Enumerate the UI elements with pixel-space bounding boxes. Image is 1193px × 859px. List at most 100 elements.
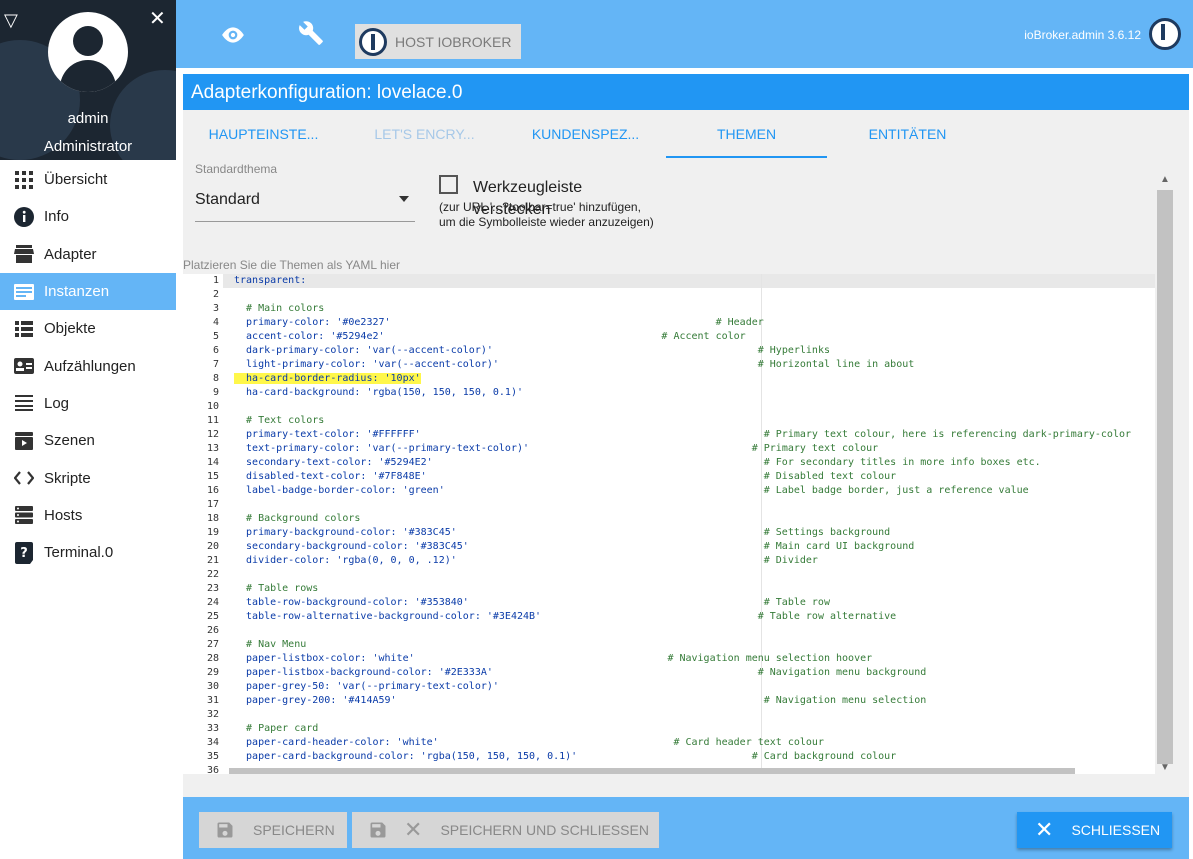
line-number: 13 — [206, 443, 219, 454]
line-number: 36 — [206, 765, 219, 774]
scroll-up-arrow-icon[interactable]: ▲ — [1160, 174, 1170, 185]
save-icon — [217, 822, 233, 838]
sidebar-item-adapter[interactable]: Adapter — [0, 236, 176, 273]
user-role: Administrator — [43, 138, 133, 155]
sidebar-item-hosts[interactable]: Hosts — [0, 497, 176, 534]
hosts-icon — [14, 505, 34, 525]
tab-haupteinste[interactable]: HAUPTEINSTE... — [183, 110, 344, 158]
sidebar: ▽ ✕ admin Administrator Übersicht Info Ada… — [0, 0, 176, 859]
tab-kundenspez[interactable]: KUNDENSPEZ... — [505, 110, 666, 158]
grid-icon — [14, 170, 34, 190]
line-number: 23 — [206, 583, 219, 594]
save-icon — [370, 822, 386, 838]
user-profile: ▽ ✕ admin Administrator — [0, 0, 176, 160]
sidebar-item-label: Adapter — [44, 245, 97, 263]
menu-triangle-icon[interactable]: ▽ — [4, 10, 18, 31]
code-comment: # Divider — [763, 555, 818, 566]
code-comment: # Horizontal line in about — [757, 359, 915, 370]
code-comment: # Accent color — [661, 331, 746, 342]
tab-themen[interactable]: THEMEN — [666, 110, 827, 158]
horizontal-scrollbar[interactable] — [229, 768, 1075, 774]
close-label: SCHLIESSEN — [1071, 822, 1161, 838]
sidebar-item-log[interactable]: Log — [0, 385, 176, 422]
code-line: primary-color: '#0e2327' — [234, 317, 391, 328]
line-number: 21 — [206, 555, 219, 566]
code-comment: # Primary text colour — [751, 443, 879, 454]
save-and-close-button[interactable]: ✕ SPEICHERN UND SCHLIESSEN — [352, 812, 659, 848]
line-number: 29 — [206, 667, 219, 678]
sidebar-item-szenen[interactable]: Szenen — [0, 422, 176, 459]
close-icon[interactable]: ✕ — [149, 6, 166, 31]
user-name: admin — [67, 110, 109, 127]
line-number: 33 — [206, 723, 219, 734]
line-number: 18 — [206, 513, 219, 524]
scroll-down-arrow-icon[interactable]: ▼ — [1160, 762, 1170, 773]
line-number: 9 — [212, 387, 219, 398]
line-number: 12 — [206, 429, 219, 440]
code-line: disabled-text-color: '#7F848E' — [234, 471, 427, 482]
vertical-scrollbar[interactable]: ▲ ▼ — [1157, 174, 1173, 774]
code-line: divider-color: 'rgba(0, 0, 0, .12)' — [234, 555, 457, 566]
line-number: 35 — [206, 751, 219, 762]
line-number: 24 — [206, 597, 219, 608]
line-number: 7 — [212, 359, 219, 370]
line-number: 5 — [212, 331, 219, 342]
sidebar-item-objekte[interactable]: Objekte — [0, 310, 176, 347]
tab-entitäten[interactable]: ENTITÄTEN — [827, 110, 988, 158]
code-comment: # Table row alternative — [757, 611, 897, 622]
save-button[interactable]: SPEICHERN — [199, 812, 347, 848]
sidebar-item-aufzählungen[interactable]: Aufzählungen — [0, 347, 176, 384]
code-line: light-primary-color: 'var(--accent-color… — [234, 359, 499, 370]
code-comment: # Navigation menu selection — [763, 695, 927, 706]
scrollbar-thumb[interactable] — [1157, 190, 1173, 764]
sidebar-item-label: Objekte — [44, 320, 96, 338]
yaml-code-editor[interactable]: 1 2 3 4 5 6 7 8 9 10 11 12 13 14 15 16 17 18 19 20 21 22 23 24 2… — [183, 274, 1155, 774]
code-comment: # Table row — [763, 597, 830, 608]
theme-select-value: Standard — [195, 191, 260, 208]
dialog-footer: SPEICHERN ✕ SPEICHERN UND SCHLIESSEN ✕ S… — [183, 797, 1189, 859]
sidebar-item-label: Terminal.0 — [44, 544, 114, 562]
log-icon — [14, 393, 34, 413]
sidebar-item-label: Szenen — [44, 432, 95, 450]
sidebar-item-info[interactable]: Info — [0, 198, 176, 235]
code-comment: # For secondary titles in more info boxe… — [763, 457, 1041, 468]
active-line-highlight — [183, 274, 1155, 288]
sidebar-item-instanzen[interactable]: Instanzen — [0, 272, 176, 311]
code-line: dark-primary-color: 'var(--accent-color)… — [234, 345, 493, 356]
line-number: 6 — [212, 345, 219, 356]
code-line: table-row-alternative-background-color: … — [234, 611, 542, 622]
close-icon: ✕ — [404, 817, 423, 842]
wrench-icon[interactable] — [298, 20, 328, 50]
line-number: 25 — [206, 611, 219, 622]
theme-select[interactable]: Standard — [195, 182, 415, 222]
line-number: 19 — [206, 527, 219, 538]
line-number: 31 — [206, 695, 219, 706]
list-icon — [14, 319, 34, 339]
hide-toolbar-checkbox[interactable] — [439, 175, 458, 194]
line-number: 10 — [206, 401, 219, 412]
line-number: 3 — [212, 303, 219, 314]
code-comment: # Navigation menu selection hoover — [667, 653, 873, 664]
code-comment: # Main card UI background — [763, 541, 915, 552]
scenes-icon — [14, 431, 34, 451]
line-number-gutter: 1 2 3 4 5 6 7 8 9 10 11 12 13 14 15 16 17 18 19 20 21 22 23 24 2… — [183, 274, 223, 774]
save-and-close-label: SPEICHERN UND SCHLIESSEN — [440, 822, 649, 838]
close-button[interactable]: ✕ SCHLIESSEN — [1017, 812, 1172, 848]
sidebar-item-skripte[interactable]: Skripte — [0, 459, 176, 496]
sidebar-item-terminal-0[interactable]: ? Terminal.0 — [0, 534, 176, 571]
store-icon — [14, 244, 34, 264]
line-number: 14 — [206, 457, 219, 468]
line-number: 2 — [212, 289, 219, 300]
code-comment: # Settings background — [763, 527, 891, 538]
code-comment: # Background colors — [234, 513, 361, 524]
host-button[interactable]: HOST IOBROKER — [355, 24, 521, 59]
sidebar-item-label: Info — [44, 208, 70, 226]
code-icon — [14, 468, 34, 488]
code-line: secondary-background-color: '#383C45' — [234, 541, 469, 552]
sidebar-item-label: Aufzählungen — [44, 357, 136, 375]
eye-icon[interactable] — [220, 22, 250, 48]
code-line: paper-card-background-color: 'rgba(150, … — [234, 751, 578, 762]
code-line: paper-listbox-color: 'white' — [234, 653, 415, 664]
sidebar-item-übersicht[interactable]: Übersicht — [0, 161, 176, 198]
code-line: paper-card-header-color: 'white' — [234, 737, 439, 748]
